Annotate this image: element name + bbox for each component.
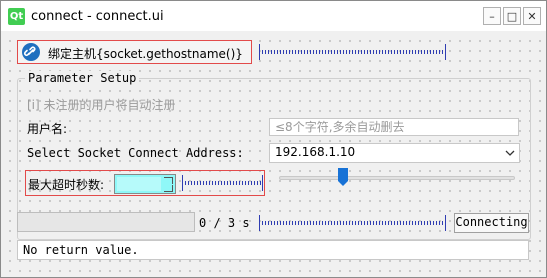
maximize-button[interactable]: □ (503, 7, 521, 25)
link-icon (22, 43, 40, 61)
spin-up-icon[interactable] (164, 177, 173, 184)
address-combobox[interactable]: 192.168.1.10 (269, 143, 520, 163)
horizontal-spacer (182, 175, 263, 191)
group-title: Parameter Setup (25, 71, 140, 85)
connecting-button[interactable]: Connecting (454, 213, 529, 233)
bind-host-button[interactable]: 绑定主机{socket.gethostname()} (17, 40, 252, 64)
chevron-down-icon (505, 150, 515, 156)
address-label: Select Socket Connect Address: (27, 146, 244, 160)
timeout-slider-handle[interactable] (338, 168, 349, 186)
address-value: 192.168.1.10 (275, 145, 356, 159)
minimize-button[interactable]: – (483, 7, 501, 25)
horizontal-spacer (259, 215, 446, 231)
auto-register-checkbox[interactable]: [i] 未注册的用户将自动注册 (27, 96, 176, 113)
title-bar: Qt connect - connect.ui – □ ✕ (1, 1, 546, 31)
form-canvas: 绑定主机{socket.gethostname()} Parameter Set… (1, 32, 546, 277)
app-window: Qt connect - connect.ui – □ ✕ 绑定主机{socke… (0, 0, 547, 278)
timeout-slider-track[interactable] (279, 176, 515, 180)
horizontal-spacer (259, 44, 446, 60)
close-button[interactable]: ✕ (523, 7, 541, 25)
spin-down-icon[interactable] (164, 185, 173, 192)
window-title: connect - connect.ui (31, 9, 164, 24)
progress-bar (17, 212, 195, 232)
progress-text: 0 / 3 s (199, 216, 250, 230)
timeout-spinbox[interactable] (114, 174, 176, 194)
status-output: No return value. (17, 240, 529, 260)
timeout-row: 最大超时秒数: (25, 170, 265, 196)
qt-logo-icon: Qt (8, 8, 25, 25)
username-label: 用户名: (27, 122, 68, 136)
username-input[interactable]: ≤8个字符,多余自动删去 (269, 118, 519, 136)
bind-host-label: 绑定主机{socket.gethostname()} (48, 47, 243, 61)
spinbox-field[interactable] (117, 177, 161, 191)
timeout-label: 最大超时秒数: (28, 178, 105, 192)
